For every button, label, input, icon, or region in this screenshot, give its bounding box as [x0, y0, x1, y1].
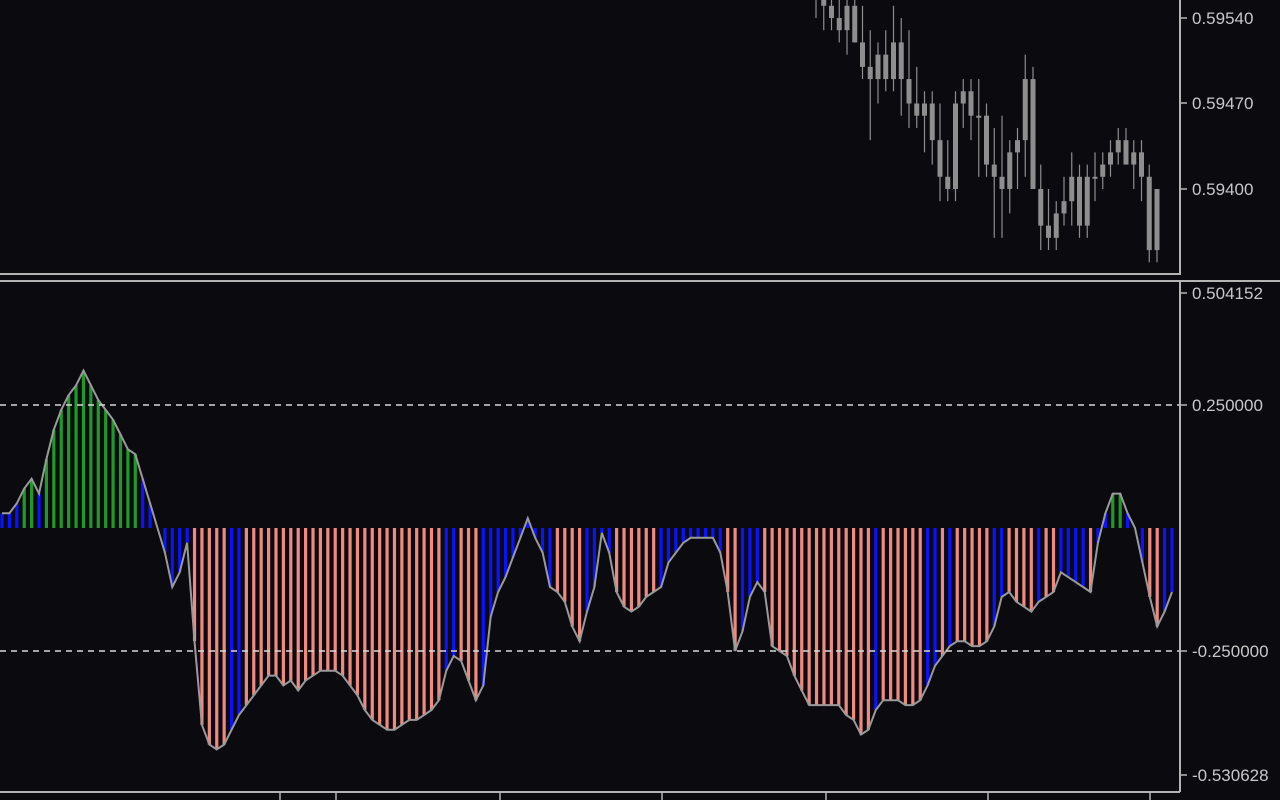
candle-body [836, 18, 842, 31]
candle-body [875, 54, 881, 80]
candle-body [945, 176, 951, 189]
candle-body [852, 5, 858, 43]
candle-body [860, 42, 865, 67]
candle-body [1077, 176, 1082, 226]
candle-body [1139, 152, 1144, 177]
candle-body [1015, 140, 1020, 153]
candle-body [1030, 79, 1036, 189]
candle-body [829, 5, 834, 18]
candle-body [898, 42, 904, 80]
indicator-tick-label: -0.530628 [1192, 766, 1269, 785]
candle-body [953, 103, 958, 189]
candle-body [1146, 176, 1152, 251]
trading-chart[interactable]: 0.59540 0.59470 0.59400 0.504152 0.25000… [0, 0, 1280, 800]
candle-body [1022, 79, 1028, 141]
candle-body [937, 140, 943, 177]
price-tick-label: 0.59400 [1192, 180, 1253, 199]
price-tick-label: 0.59540 [1192, 9, 1253, 28]
candle-body [1053, 213, 1059, 238]
candle-body [821, 0, 827, 6]
candle-body [1108, 152, 1113, 165]
candle-body [991, 164, 997, 177]
candle-body [929, 103, 935, 141]
candle-body [867, 66, 873, 80]
candle-body [968, 91, 974, 116]
candle-body [922, 103, 927, 116]
candle-body [891, 42, 896, 80]
candle-body [1038, 189, 1044, 226]
indicator-tick-label: 0.504152 [1192, 284, 1263, 303]
candle-body [976, 115, 982, 118]
candle-body [984, 115, 989, 165]
candle-body [906, 79, 912, 104]
indicator-tick-label: 0.250000 [1192, 396, 1263, 415]
candle-body [883, 54, 889, 80]
chart-background [0, 0, 1280, 800]
candle-body [1100, 164, 1106, 177]
candle-body [1084, 176, 1090, 226]
candle-body [999, 176, 1005, 189]
candle-body [844, 5, 850, 31]
candle-body [1115, 140, 1121, 153]
candle-body [1061, 201, 1067, 214]
candle-body [914, 103, 920, 116]
candle-body [1154, 189, 1160, 251]
candle-body [1069, 176, 1075, 202]
candle-body [1131, 152, 1137, 165]
indicator-tick-label: -0.250000 [1192, 642, 1269, 661]
candle-body [1092, 176, 1098, 179]
candle-body [1046, 225, 1051, 238]
candle-body [960, 91, 966, 104]
price-tick-label: 0.59470 [1192, 94, 1253, 113]
candle-body [1007, 152, 1013, 189]
candle-body [1123, 140, 1129, 165]
